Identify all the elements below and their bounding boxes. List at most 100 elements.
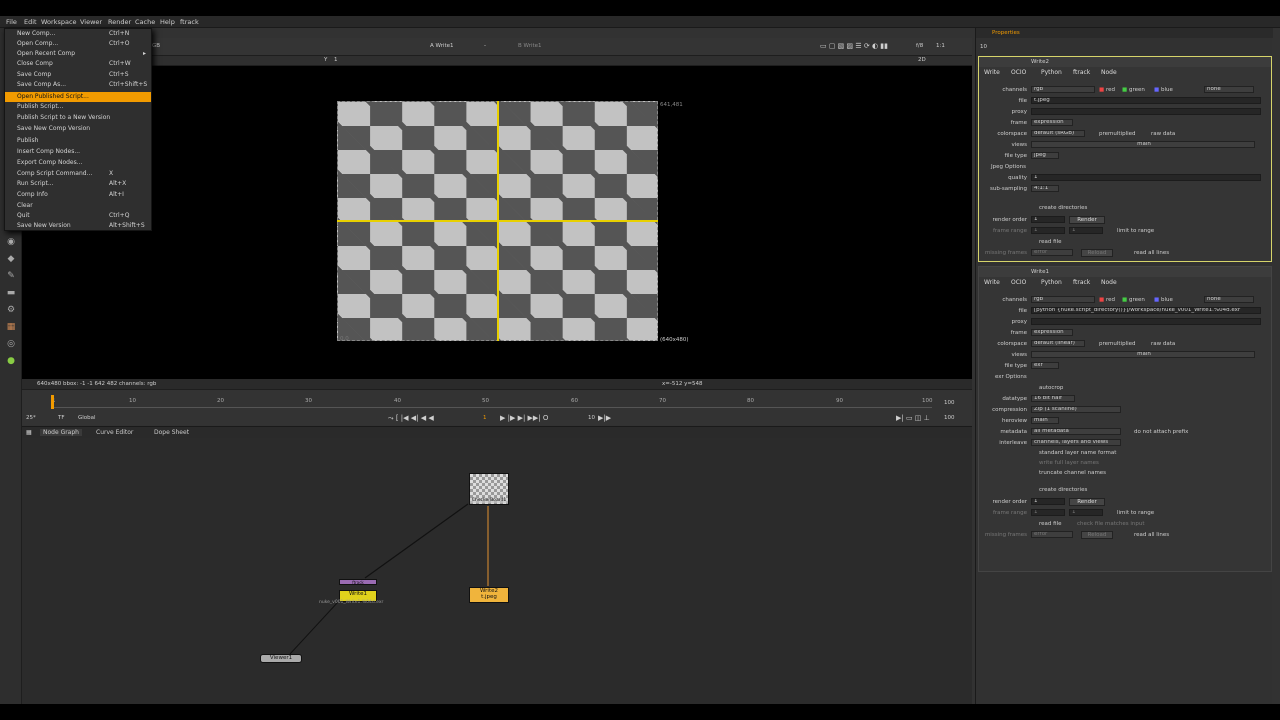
proxy-field[interactable]	[1031, 318, 1261, 325]
properties-count[interactable]: 10	[980, 44, 987, 50]
tag-icon[interactable]: ◆	[5, 253, 17, 265]
render-order-field[interactable]: 1	[1031, 498, 1065, 505]
menu-item-publish-new-version[interactable]: Publish Script to a New Version	[5, 113, 151, 123]
compression-select[interactable]: Zip (1 scanline)	[1031, 406, 1121, 413]
menu-item-open-comp[interactable]: Open Comp... Ctrl+O	[5, 39, 151, 49]
file-type-select[interactable]: jpeg	[1031, 152, 1059, 159]
current-frame[interactable]: 1	[483, 415, 487, 421]
no-prefix-check[interactable]: do not attach prefix	[1134, 429, 1188, 435]
channels-select[interactable]: rgb	[1031, 296, 1095, 303]
read-all-check[interactable]: read all lines	[1134, 250, 1169, 256]
menu-cache[interactable]: Cache	[135, 18, 155, 26]
menu-ftrack[interactable]: ftrack	[180, 18, 199, 26]
menu-item-save-comp-as[interactable]: Save Comp As... Ctrl+Shift+S	[5, 80, 151, 90]
red-check[interactable]: ■ red	[1099, 87, 1115, 93]
eye-icon[interactable]: ◉	[5, 236, 17, 248]
render-button[interactable]: Render	[1069, 216, 1105, 224]
truncate-check[interactable]: truncate channel names	[1039, 470, 1106, 476]
range-select[interactable]: Global	[78, 415, 96, 421]
menu-item-save-comp[interactable]: Save Comp Ctrl+S	[5, 70, 151, 80]
y-value[interactable]: 1	[334, 57, 338, 63]
views-select[interactable]: main	[1031, 141, 1255, 148]
input-b-select[interactable]: B Write1	[518, 43, 542, 49]
playhead[interactable]	[51, 395, 54, 409]
tab-ocio[interactable]: OCIO	[1011, 69, 1026, 76]
step-icons[interactable]: ▶|▶	[598, 414, 611, 422]
tab-python[interactable]: Python	[1041, 279, 1062, 286]
frame-range-end[interactable]: 1	[1069, 509, 1103, 516]
render-button[interactable]: Render	[1069, 498, 1105, 506]
tab-node[interactable]: Node	[1101, 69, 1117, 76]
playback-controls[interactable]: ⤳ [ |◀ ◀| ◀ ◀	[388, 414, 434, 423]
file-field[interactable]: [python {nuke.script_directory()}]/works…	[1031, 307, 1261, 314]
menu-item-comp-info[interactable]: Comp Info Alt+I	[5, 190, 151, 200]
menu-file[interactable]: File	[6, 18, 17, 26]
missing-frames-select[interactable]: error	[1031, 249, 1073, 256]
quality-slider[interactable]: 1	[1031, 174, 1261, 181]
green-check[interactable]: ■ green	[1122, 87, 1145, 93]
blue-check[interactable]: ■ blue	[1154, 87, 1173, 93]
ftrack-icon[interactable]: ●	[5, 355, 17, 367]
timeline-end[interactable]: 100	[944, 415, 955, 421]
viewer-node[interactable]: Viewer1	[260, 654, 302, 663]
menu-item-close-comp[interactable]: Close Comp Ctrl+W	[5, 59, 151, 69]
menu-item-insert-nodes[interactable]: Insert Comp Nodes...	[5, 147, 151, 157]
timeline-ruler[interactable]: 1 10 20 30 40 50 60 70 80 90 100	[52, 398, 933, 408]
write2-node[interactable]: Write2 t.jpeg	[469, 587, 509, 603]
create-dirs-check[interactable]: create directories	[1039, 205, 1087, 211]
read-file-check[interactable]: read file	[1039, 239, 1062, 245]
viewer-icons[interactable]: ▭ ▢ ▧ ▨ ☰ ⟳ ◐ ▮▮	[820, 42, 888, 50]
filter-icon[interactable]: ◎	[5, 338, 17, 350]
input-a-select[interactable]: A Write1	[430, 43, 454, 49]
ftrack-node[interactable]: ftrack	[339, 579, 377, 585]
tab-write[interactable]: Write	[984, 279, 1000, 286]
reload-button[interactable]: Reload	[1081, 249, 1113, 257]
tab-curve-editor[interactable]: Curve Editor	[96, 429, 133, 436]
tf-select[interactable]: TF	[58, 415, 65, 421]
autocrop-check[interactable]: autocrop	[1039, 385, 1063, 391]
timeline[interactable]: 1 10 20 30 40 50 60 70 80 90 100 25* TF …	[22, 389, 972, 425]
checkerboard-node[interactable]: CheckerBoard1	[469, 473, 509, 505]
frame-range-end[interactable]: 1	[1069, 227, 1103, 234]
std-layer-check[interactable]: standard layer name format	[1039, 450, 1116, 456]
datatype-select[interactable]: 16 bit half	[1031, 395, 1075, 402]
channels-select[interactable]: rgb	[1031, 86, 1095, 93]
menu-item-save-new-comp-version[interactable]: Save New Comp Version	[5, 124, 151, 134]
premultiplied-check[interactable]: premultiplied	[1099, 341, 1136, 347]
tab-python[interactable]: Python	[1041, 69, 1062, 76]
missing-frames-select[interactable]: error	[1031, 531, 1073, 538]
interleave-select[interactable]: channels, layers and views	[1031, 439, 1121, 446]
menu-item-new-comp[interactable]: New Comp... Ctrl+N	[5, 29, 151, 39]
tab-node[interactable]: Node	[1101, 279, 1117, 286]
menu-item-open-published[interactable]: Open Published Script...	[5, 92, 151, 102]
brush-icon[interactable]: ✎	[5, 270, 17, 282]
red-check[interactable]: ■ red	[1099, 297, 1115, 303]
menu-item-publish[interactable]: Publish	[5, 136, 151, 146]
play-controls[interactable]: ▶ |▶ ▶| ▶▶| O	[500, 414, 548, 422]
tab-ftrack[interactable]: ftrack	[1073, 69, 1090, 76]
fps-select[interactable]: 25*	[26, 415, 36, 421]
alpha-select[interactable]: none	[1204, 296, 1254, 303]
check-file-check[interactable]: check file matches input	[1077, 521, 1145, 527]
file-type-select[interactable]: exr	[1031, 362, 1059, 369]
channel-select[interactable]: GB	[152, 43, 160, 49]
views-select[interactable]: main	[1031, 351, 1255, 358]
gain-label[interactable]: f/8	[916, 43, 923, 49]
particle-icon[interactable]: ▦	[5, 321, 17, 333]
sub-sampling-select[interactable]: 4:1:1	[1031, 185, 1059, 192]
frame-range-start[interactable]: 1	[1031, 227, 1065, 234]
tab-dope-sheet[interactable]: Dope Sheet	[154, 429, 189, 436]
raw-data-check[interactable]: raw data	[1151, 131, 1175, 137]
menu-item-publish-script[interactable]: Publish Script...	[5, 102, 151, 112]
view-mode-select[interactable]: 2D	[918, 57, 926, 63]
colorspace-select[interactable]: default (sRGB)	[1031, 130, 1085, 137]
menu-item-open-recent[interactable]: Open Recent Comp ▸	[5, 49, 151, 59]
proxy-field[interactable]	[1031, 108, 1261, 115]
frame-select[interactable]: expression	[1031, 329, 1073, 336]
limit-check[interactable]: limit to range	[1117, 228, 1154, 234]
menu-item-quit[interactable]: Quit Ctrl+Q	[5, 211, 151, 221]
node-name-field[interactable]: Write2	[1031, 59, 1049, 65]
menu-item-clear[interactable]: Clear	[5, 201, 151, 211]
reload-button[interactable]: Reload	[1081, 531, 1113, 539]
raw-data-check[interactable]: raw data	[1151, 341, 1175, 347]
